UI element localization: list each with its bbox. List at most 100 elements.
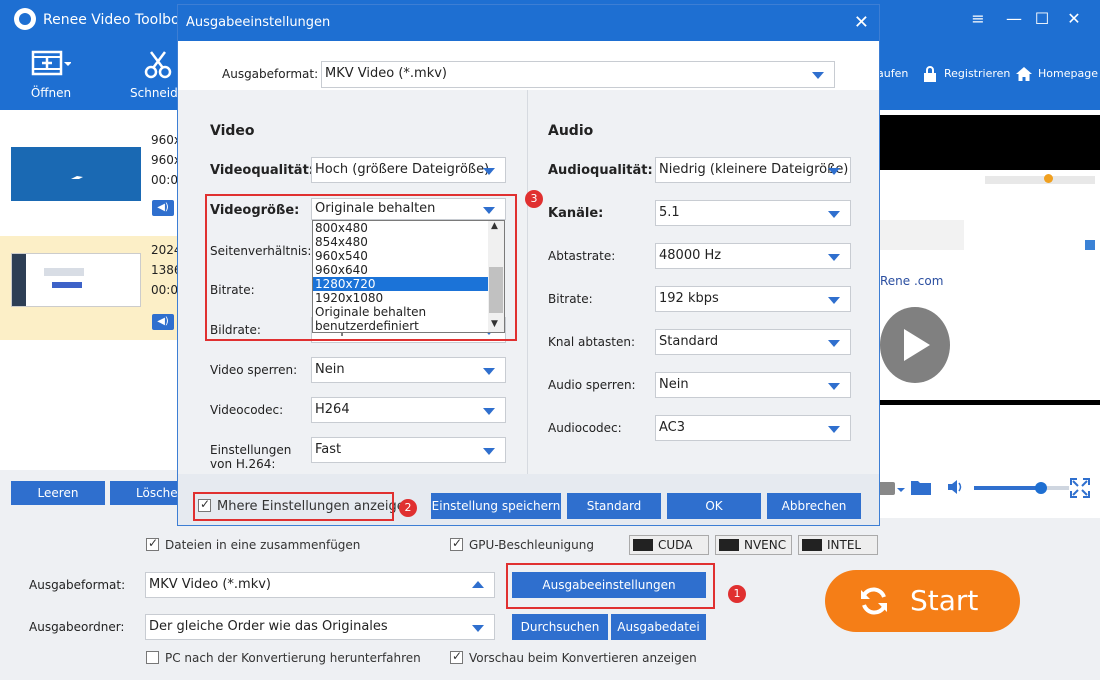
list-item[interactable]: 960x 960x 00:0 ◀) bbox=[0, 126, 181, 230]
dialog-close-icon[interactable]: ✕ bbox=[854, 5, 869, 41]
merge-checkbox[interactable]: Dateien in eine zusammenfügen bbox=[146, 536, 361, 552]
minimize-icon[interactable]: — bbox=[1002, 8, 1026, 30]
cut-label: Schneid bbox=[130, 86, 178, 100]
homepage-link[interactable]: Homepage bbox=[1038, 67, 1098, 80]
video-codec-select[interactable]: H264 bbox=[311, 397, 506, 423]
nvenc-badge: NVENC bbox=[715, 535, 792, 555]
app-title: Renee Video Toolbox bbox=[43, 12, 188, 28]
volume-fill bbox=[974, 486, 1041, 490]
list-actions: Leeren Löschen bbox=[0, 470, 185, 518]
highlight-box-2 bbox=[193, 492, 394, 521]
cancel-button[interactable]: Abbrechen bbox=[767, 493, 861, 519]
audio-header: Audio bbox=[548, 123, 594, 139]
play-button[interactable] bbox=[880, 307, 950, 383]
video-preview: Rene .com bbox=[880, 115, 1100, 405]
speaker-icon[interactable]: ◀) bbox=[152, 314, 174, 330]
preview-frame: Rene .com bbox=[880, 170, 1100, 400]
intel-badge: INTEL bbox=[798, 535, 878, 555]
lock-icon bbox=[924, 66, 936, 82]
resample-label: Knal abtasten: bbox=[548, 335, 635, 349]
gpu-label: GPU-Beschleunigung bbox=[469, 538, 594, 552]
video-header: Video bbox=[210, 123, 255, 139]
step-badge-2: 2 bbox=[399, 499, 417, 517]
h264-settings-select[interactable]: Fast bbox=[311, 437, 506, 463]
audio-codec-label: Audiocodec: bbox=[548, 421, 622, 435]
step-badge-3: 3 bbox=[525, 190, 543, 208]
list-item[interactable]: 2024 1386 00:0 ◀) bbox=[0, 236, 182, 340]
audio-bitrate-select[interactable]: 192 kbps bbox=[655, 286, 851, 312]
output-folder-label: Ausgabeordner: bbox=[29, 620, 125, 634]
audio-bitrate-label: Bitrate: bbox=[548, 292, 593, 306]
video-thumbnail bbox=[11, 147, 141, 201]
output-settings-dialog: Ausgabeeinstellungen ✕ Ausgabeformat: MKV… bbox=[177, 4, 880, 526]
audio-lock-select[interactable]: Nein bbox=[655, 372, 851, 398]
open-label: Öffnen bbox=[30, 86, 72, 100]
dialog-format-label: Ausgabeformat: bbox=[222, 67, 319, 81]
shutdown-checkbox[interactable]: PC nach der Konvertierung herunterfahren bbox=[146, 651, 421, 665]
clear-button[interactable]: Leeren bbox=[11, 481, 105, 505]
sample-rate-label: Abtastrate: bbox=[548, 249, 616, 263]
shutdown-label: PC nach der Konvertierung herunterfahren bbox=[165, 651, 421, 665]
ok-button[interactable]: OK bbox=[667, 493, 761, 519]
merge-label: Dateien in eine zusammenfügen bbox=[165, 538, 361, 552]
folder-icon[interactable] bbox=[910, 478, 932, 496]
app-logo-icon bbox=[14, 8, 36, 30]
video-thumbnail bbox=[11, 253, 141, 307]
browse-button[interactable]: Durchsuchen bbox=[512, 614, 608, 640]
channels-label: Kanäle: bbox=[548, 206, 604, 221]
video-lock-select[interactable]: Nein bbox=[311, 357, 506, 383]
film-add-icon bbox=[31, 50, 71, 76]
preview-checkbox[interactable]: Vorschau beim Konvertieren anzeigen bbox=[450, 649, 697, 665]
dialog-format-select[interactable]: MKV Video (*.mkv) bbox=[321, 61, 835, 88]
bird-thumbnail-icon bbox=[71, 176, 83, 179]
buy-link[interactable]: aufen bbox=[877, 67, 908, 80]
video-quality-label: Videoqualität: bbox=[210, 163, 314, 178]
default-button[interactable]: Standard bbox=[567, 493, 661, 519]
file-list: 960x 960x 00:0 ◀) 2024 1386 00:0 ◀) Leer… bbox=[0, 110, 185, 518]
maximize-icon[interactable]: ☐ bbox=[1030, 8, 1054, 30]
dialog-titlebar: Ausgabeeinstellungen ✕ bbox=[178, 5, 879, 41]
audio-quality-select[interactable]: Niedrig (kleinere Dateigröße) bbox=[655, 157, 851, 183]
cuda-badge: CUDA bbox=[629, 535, 709, 555]
home-icon bbox=[1016, 67, 1032, 81]
fullscreen-icon[interactable] bbox=[1070, 478, 1090, 498]
channels-select[interactable]: 5.1 bbox=[655, 200, 851, 226]
refresh-icon bbox=[861, 587, 887, 615]
output-folder-select[interactable]: Der gleiche Order wie das Originales bbox=[145, 614, 495, 640]
video-quality-select[interactable]: Hoch (größere Dateigröße) bbox=[311, 157, 506, 183]
gpu-checkbox[interactable]: GPU-Beschleunigung bbox=[450, 536, 594, 552]
save-settings-button[interactable]: Einstellung speichern bbox=[431, 493, 561, 519]
start-button[interactable]: Start bbox=[825, 570, 1020, 632]
resample-select[interactable]: Standard bbox=[655, 329, 851, 355]
speaker-icon[interactable]: ◀) bbox=[152, 200, 174, 216]
video-lock-label: Video sperren: bbox=[210, 363, 298, 377]
audio-quality-label: Audioqualität: bbox=[548, 163, 653, 178]
start-label: Start bbox=[910, 584, 979, 617]
h264-settings-label: Einstellungen von H.264: bbox=[210, 443, 292, 471]
camera-icon[interactable] bbox=[877, 478, 907, 498]
close-icon[interactable]: ✕ bbox=[1062, 8, 1086, 30]
open-output-button[interactable]: Ausgabedatei bbox=[611, 614, 706, 640]
watermark-text: Rene .com bbox=[880, 274, 944, 288]
cut-button[interactable]: Schneid bbox=[130, 48, 178, 100]
highlight-box-3 bbox=[205, 194, 517, 341]
output-format-label: Ausgabeformat: bbox=[29, 578, 126, 592]
volume-slider[interactable] bbox=[974, 482, 1069, 494]
audio-codec-select[interactable]: AC3 bbox=[655, 415, 851, 441]
delete-button[interactable]: Löschen bbox=[110, 481, 185, 505]
menu-icon[interactable]: ≡ bbox=[966, 8, 990, 30]
step-badge-1: 1 bbox=[728, 585, 746, 603]
volume-icon[interactable] bbox=[947, 479, 965, 495]
volume-handle[interactable] bbox=[1034, 482, 1047, 494]
register-link[interactable]: Registrieren bbox=[944, 67, 1010, 80]
highlight-box-1 bbox=[506, 563, 715, 609]
preview-label: Vorschau beim Konvertieren anzeigen bbox=[469, 651, 697, 665]
audio-lock-label: Audio sperren: bbox=[548, 378, 636, 392]
preview-panel: Rene .com bbox=[877, 110, 1100, 518]
open-button[interactable]: Öffnen bbox=[24, 48, 78, 100]
sample-rate-select[interactable]: 48000 Hz bbox=[655, 243, 851, 269]
video-codec-label: Videocodec: bbox=[210, 403, 284, 417]
scissors-icon bbox=[144, 51, 172, 79]
output-format-select[interactable]: MKV Video (*.mkv) bbox=[145, 572, 495, 598]
column-divider bbox=[527, 90, 528, 474]
